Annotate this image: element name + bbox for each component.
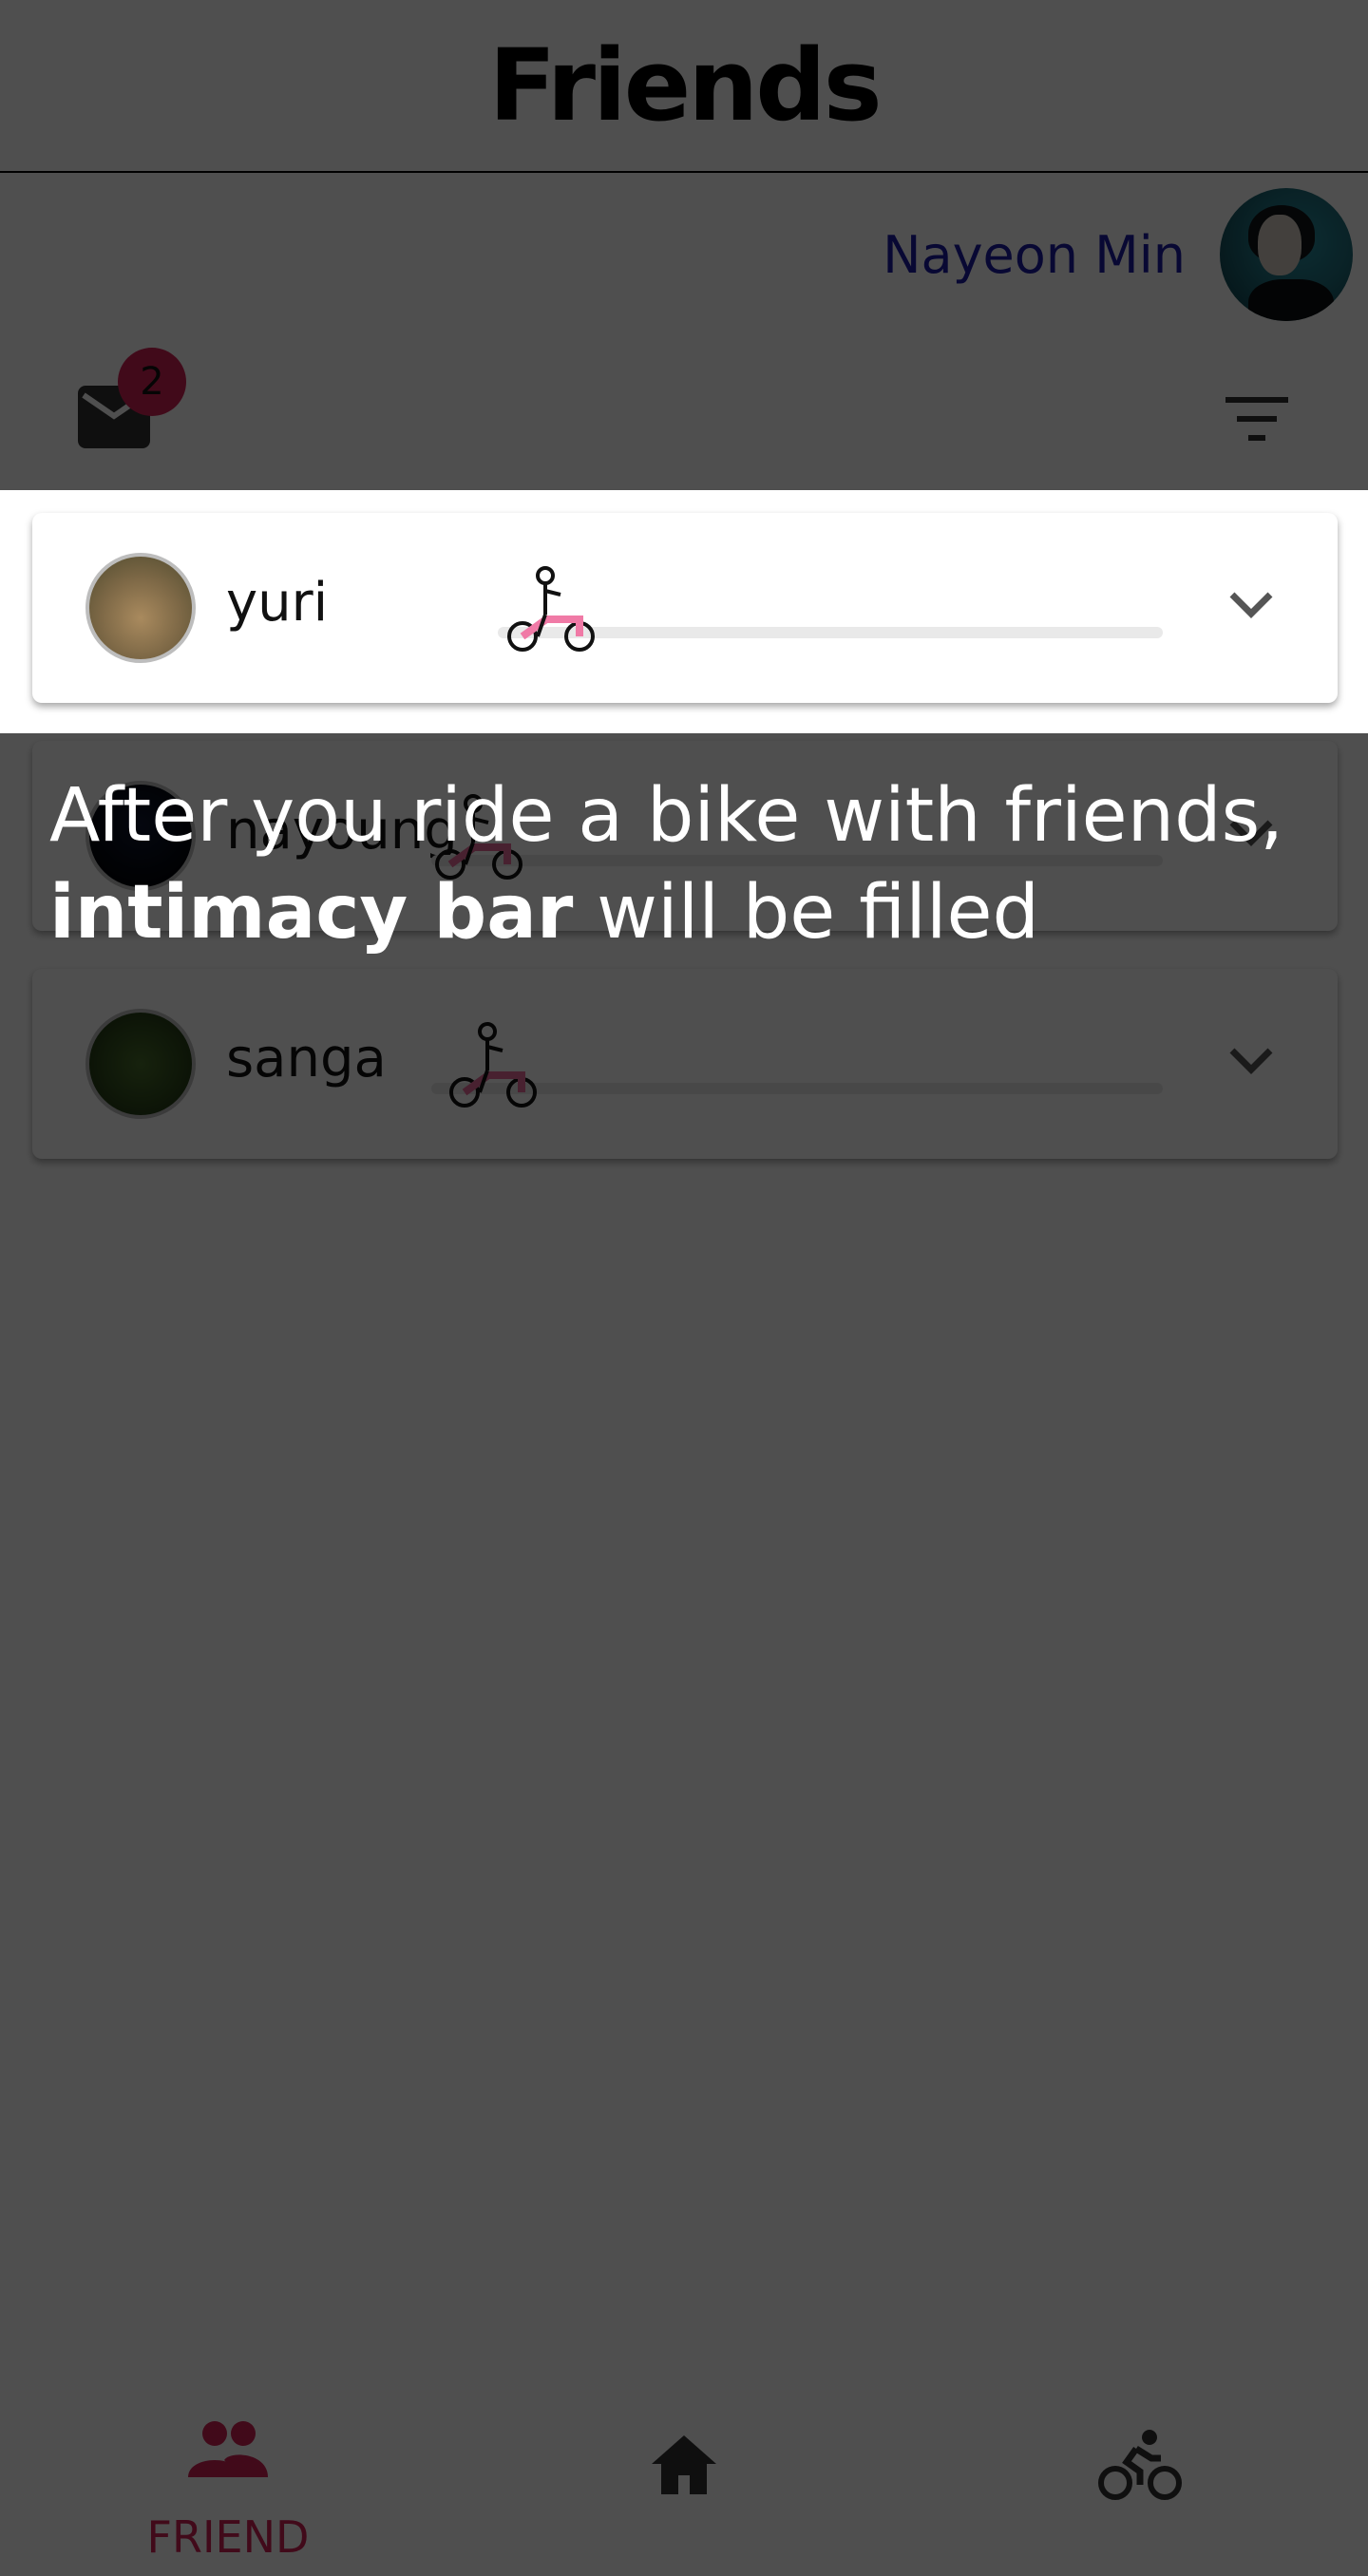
hint-bold: intimacy bar (49, 870, 574, 956)
people-icon (188, 2421, 268, 2477)
friend-name: sanga (226, 1028, 387, 1089)
bike-icon (1098, 2430, 1182, 2500)
bottom-nav: FRIEND (0, 2394, 1368, 2576)
hint-line-2: intimacy bar will be filled (49, 864, 1341, 961)
filter-icon[interactable] (1226, 395, 1288, 443)
tutorial-hint: After you ride a bike with friends, inti… (49, 767, 1341, 961)
friend-card[interactable]: yuri (32, 513, 1338, 703)
intimacy-bar (431, 1083, 1163, 1094)
mail-badge: 2 (118, 348, 186, 416)
rider-icon (449, 1022, 537, 1108)
friend-avatar (86, 1009, 196, 1119)
hint-rest: will be filled (573, 870, 1040, 956)
nav-home[interactable] (456, 2394, 912, 2576)
profile[interactable]: Nayeon Min (883, 188, 1353, 321)
nav-bike[interactable] (912, 2394, 1368, 2576)
spotlight: yuri (0, 490, 1368, 733)
app-header: Friends (0, 0, 1368, 173)
avatar[interactable] (1220, 188, 1353, 321)
friend-avatar (86, 553, 196, 663)
profile-name[interactable]: Nayeon Min (883, 225, 1186, 285)
chevron-down-icon[interactable] (1227, 589, 1275, 621)
page-title: Friends (488, 28, 882, 143)
friend-name: yuri (226, 572, 329, 634)
nav-label-friend: FRIEND (146, 2511, 310, 2563)
rider-icon (507, 566, 595, 652)
tutorial-overlay (0, 0, 1368, 2576)
nav-friend[interactable]: FRIEND (0, 2394, 456, 2576)
home-icon (652, 2435, 716, 2494)
friend-card[interactable]: sanga (32, 969, 1338, 1159)
chevron-down-icon[interactable] (1227, 1045, 1275, 1077)
hint-line-1: After you ride a bike with friends, (49, 773, 1284, 859)
